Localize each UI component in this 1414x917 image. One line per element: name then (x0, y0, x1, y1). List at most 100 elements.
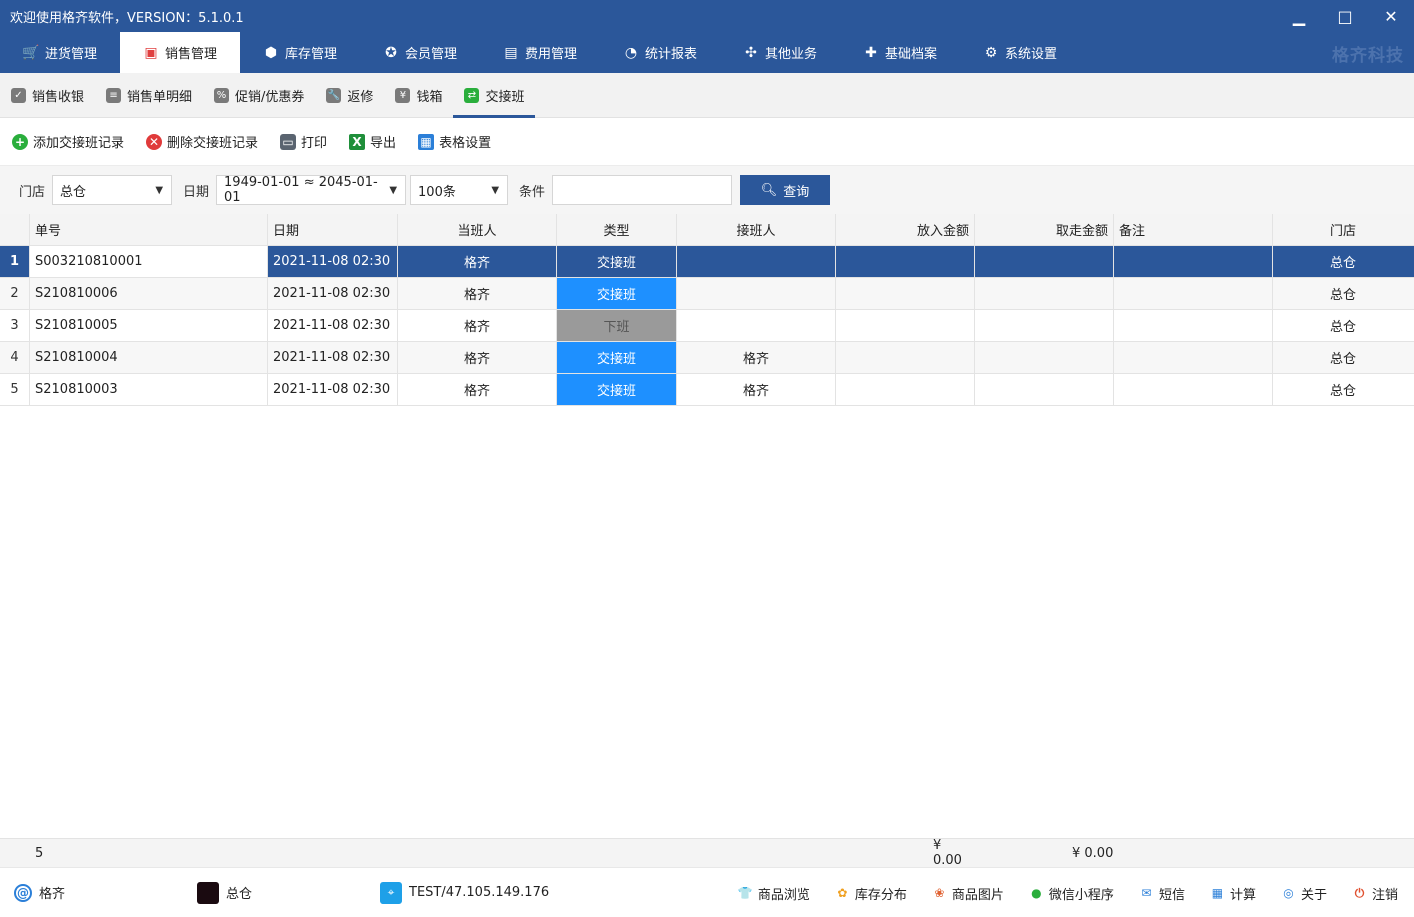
nav-inventory[interactable]: ⬢ 库存管理 (240, 32, 360, 73)
user-avatar-icon: @ (14, 883, 32, 902)
cell-store: 总仓 (1329, 320, 1356, 335)
delete-icon: ✕ (146, 133, 163, 150)
link-label: 短信 (1158, 887, 1185, 903)
table-row[interactable]: 3 S210810005 2021-11-08 02:30 格齐 下班 总仓 (0, 310, 1414, 342)
calculator-link[interactable]: ▦ 计算 (1210, 884, 1256, 903)
cell-note (1114, 374, 1273, 405)
cell-code: S210810005 (30, 310, 268, 341)
query-button[interactable]: 🔍︎ 查询 (740, 175, 831, 205)
nav-expenses[interactable]: ▤ 费用管理 (480, 32, 600, 73)
nav-label: 进货管理 (44, 47, 97, 62)
nav-label: 会员管理 (404, 47, 457, 62)
header-in-amount[interactable]: 放入金额 (836, 214, 975, 245)
table-settings-button[interactable]: ▦ 表格设置 (418, 132, 491, 151)
table-row[interactable]: 4 S210810004 2021-11-08 02:30 格齐 交接班 格齐 … (0, 342, 1414, 374)
status-server: ⌖ TEST/47.105.149.176 (380, 881, 550, 904)
close-button[interactable]: ✕ (1368, 0, 1414, 32)
cell-code: S210810006 (30, 278, 268, 309)
cell-on-duty: 格齐 (398, 278, 557, 309)
condition-input[interactable] (552, 175, 733, 205)
chevron-down-icon: ▼ (491, 184, 500, 196)
nav-members[interactable]: ✪ 会员管理 (360, 32, 480, 73)
nav-other[interactable]: ✣ 其他业务 (720, 32, 840, 73)
cell-code: S210810003 (30, 374, 268, 405)
product-browse-link[interactable]: 👕 商品浏览 (738, 884, 810, 903)
cell-note (1114, 342, 1273, 373)
nav-purchase[interactable]: 🛒 进货管理 (0, 32, 120, 73)
maximize-button[interactable]: □ (1322, 0, 1368, 32)
delete-handover-button[interactable]: ✕ 删除交接班记录 (146, 132, 258, 151)
cell-store: 总仓 (1329, 288, 1356, 303)
sms-link[interactable]: ✉ 短信 (1139, 884, 1185, 903)
header-date[interactable]: 日期 (268, 214, 398, 245)
brand-logo: 格齐科技 (1332, 46, 1404, 66)
link-label: 商品浏览 (757, 887, 810, 903)
link-label: 微信小程序 (1048, 887, 1114, 903)
header-out-amount[interactable]: 取走金额 (975, 214, 1114, 245)
total-in-amount: ¥ 0.00 (933, 838, 962, 868)
window-controls: ▁ □ ✕ (1276, 0, 1414, 32)
date-range-select[interactable]: 1949-01-01 ≈ 2045-01-01 ▼ (216, 175, 407, 205)
table-row[interactable]: 5 S210810003 2021-11-08 02:30 格齐 交接班 格齐 … (0, 374, 1414, 406)
logout-link[interactable]: ⏻ 注销 (1352, 884, 1398, 903)
handover-table: 单号 日期 当班人 类型 接班人 放入金额 取走金额 备注 门店 1 S0032… (0, 214, 1414, 406)
status-bar: @ 格齐 总仓 ⌖ TEST/47.105.149.176 👕 商品浏览 ✿ 库存分… (0, 867, 1414, 917)
cell-date: 2021-11-08 02:30 (268, 278, 398, 309)
row-number: 4 (0, 342, 30, 373)
header-on-duty[interactable]: 当班人 (398, 214, 557, 245)
nav-sales[interactable]: ▣ 销售管理 (120, 32, 240, 73)
subtab-repair[interactable]: 🔧 返修 (315, 73, 384, 117)
grid-icon: ✣ (745, 44, 757, 61)
row-number: 1 (0, 246, 30, 277)
subtab-promotion[interactable]: % 促销/优惠券 (203, 73, 315, 117)
status-server-address: TEST/47.105.149.176 (409, 885, 550, 900)
about-link[interactable]: ◎ 关于 (1281, 884, 1327, 903)
header-note[interactable]: 备注 (1114, 214, 1273, 245)
cell-successor (677, 278, 836, 309)
nav-reports[interactable]: ◔ 统计报表 (600, 32, 720, 73)
header-code[interactable]: 单号 (30, 214, 268, 245)
status-user-name: 格齐 (39, 887, 66, 902)
member-icon: ✪ (385, 44, 397, 61)
cell-store: 总仓 (1329, 352, 1356, 367)
plus-icon: + (12, 133, 28, 150)
page-size-select[interactable]: 100条 ▼ (410, 175, 509, 205)
print-button[interactable]: ▭ 打印 (280, 132, 327, 151)
header-type[interactable]: 类型 (557, 214, 677, 245)
table-row[interactable]: 2 S210810006 2021-11-08 02:30 格齐 交接班 总仓 (0, 278, 1414, 310)
excel-icon: X (349, 133, 366, 150)
wechat-miniprogram-link[interactable]: ● 微信小程序 (1029, 884, 1114, 903)
add-handover-button[interactable]: + 添加交接班记录 (12, 132, 124, 151)
store-select[interactable]: 总仓 ▼ (52, 175, 173, 205)
subtab-shift-handover[interactable]: ⇄ 交接班 (453, 73, 536, 118)
subtab-label: 交接班 (485, 89, 525, 105)
main-nav: 🛒 进货管理 ▣ 销售管理 ⬢ 库存管理 ✪ 会员管理 ▤ 费用管理 ◔ 统计报表 ✣ 其他业… (0, 32, 1414, 73)
subtab-label: 促销/优惠券 (235, 89, 305, 105)
export-button[interactable]: X 导出 (349, 132, 396, 151)
subtab-label: 返修 (347, 89, 374, 105)
header-store[interactable]: 门店 (1273, 214, 1413, 245)
header-successor[interactable]: 接班人 (677, 214, 836, 245)
row-number: 3 (0, 310, 30, 341)
cell-out-amount (975, 278, 1114, 309)
shirt-icon: 👕 (737, 886, 753, 900)
cell-date: 2021-11-08 02:30 (268, 342, 398, 373)
subtab-sales-detail[interactable]: ≡ 销售单明细 (95, 73, 203, 117)
link-label: 关于 (1300, 887, 1327, 903)
subtab-cashbox[interactable]: ¥ 钱箱 (384, 73, 453, 117)
stock-distribution-link[interactable]: ✿ 库存分布 (835, 884, 907, 903)
product-images-link[interactable]: ❀ 商品图片 (932, 884, 1004, 903)
tool-label: 添加交接班记录 (33, 136, 125, 151)
toolbar: + 添加交接班记录 ✕ 删除交接班记录 ▭ 打印 X 导出 ▦ 表格设置 (0, 118, 1414, 166)
nav-archive[interactable]: ✚ 基础档案 (840, 32, 960, 73)
cell-type: 交接班 (557, 342, 677, 373)
table-row[interactable]: 1 S003210810001 2021-11-08 02:30 格齐 交接班 … (0, 246, 1414, 278)
bag-icon: ▣ (144, 44, 158, 61)
nav-settings[interactable]: ⚙ 系统设置 (960, 32, 1080, 73)
cell-code: S003210810001 (30, 246, 268, 277)
cart-icon: 🛒 (22, 44, 40, 61)
minimize-button[interactable]: ▁ (1276, 0, 1322, 32)
subtab-cashier[interactable]: ✓ 销售收银 (0, 73, 95, 117)
nav-label: 销售管理 (164, 47, 217, 62)
cell-date: 2021-11-08 02:30 (268, 374, 398, 405)
